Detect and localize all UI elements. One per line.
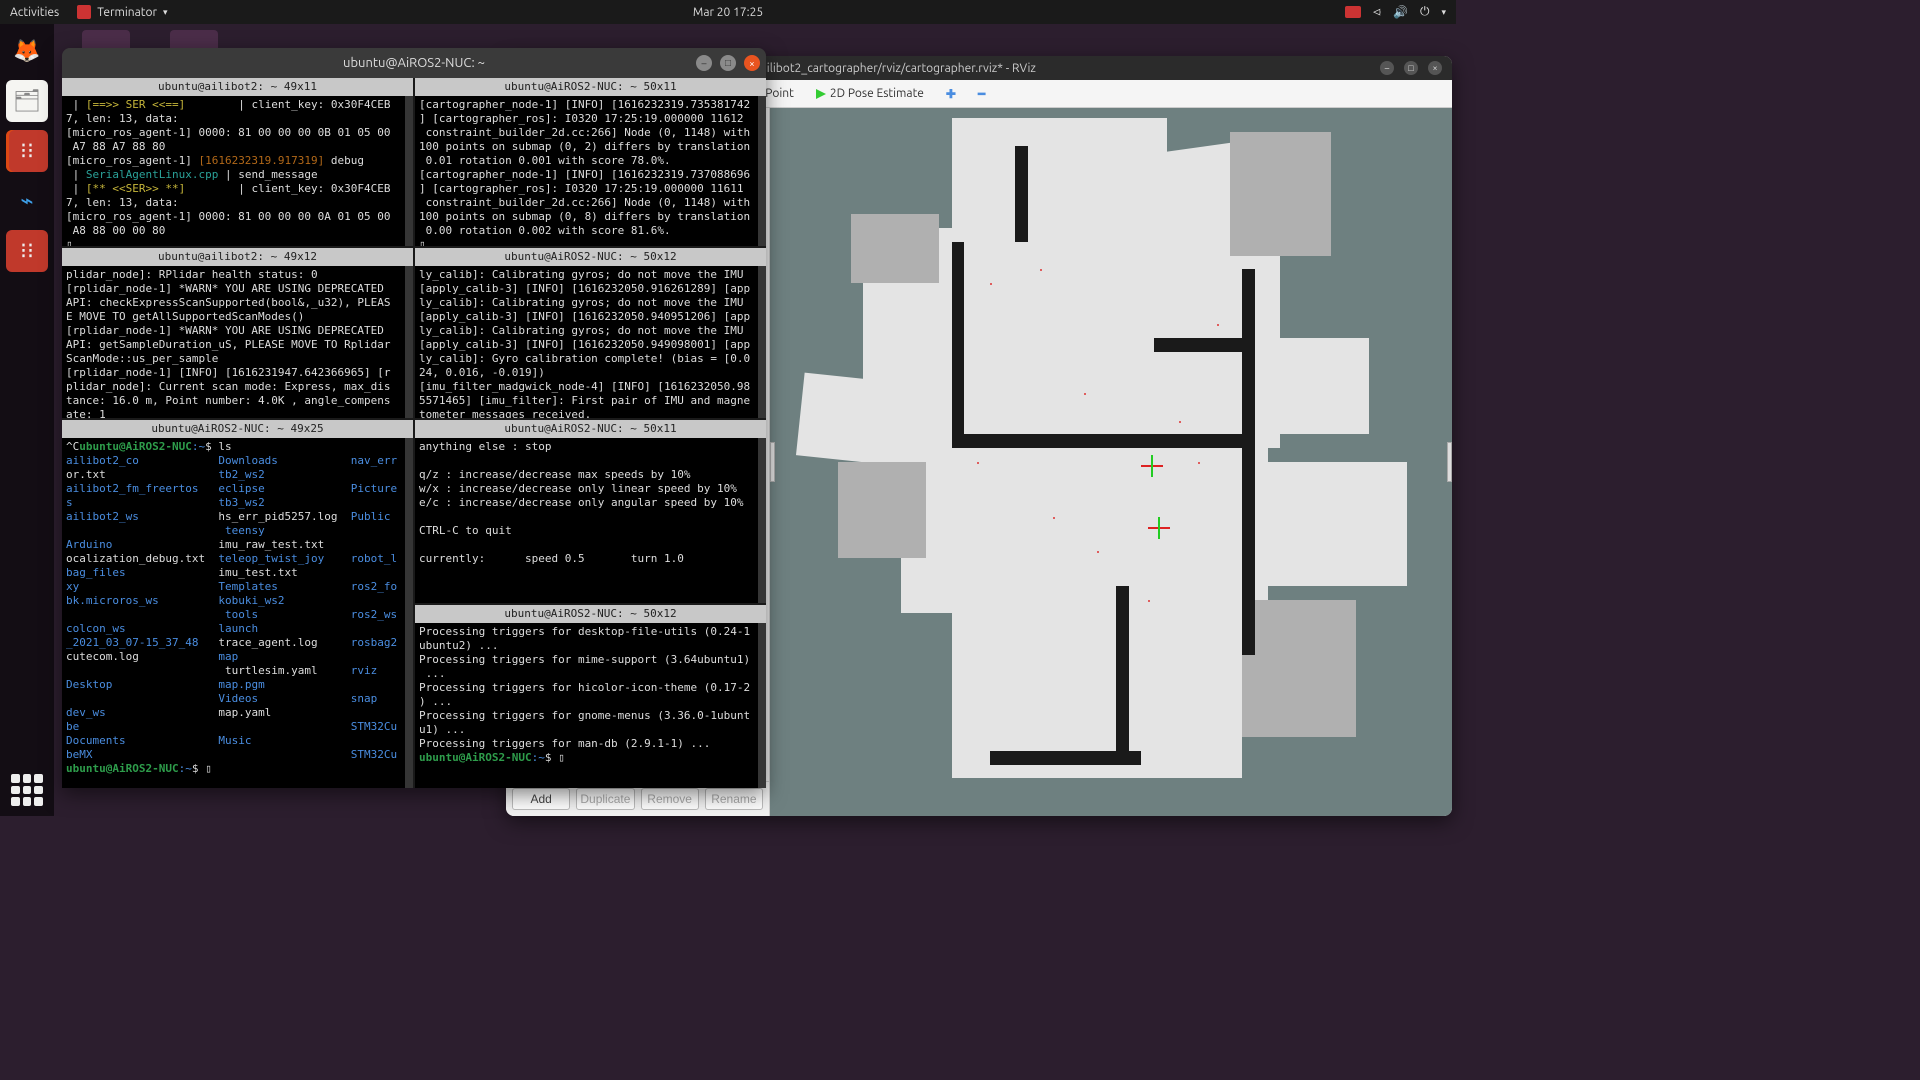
add-button[interactable]: Add [512, 788, 570, 810]
pane-output: | [==>> SER <<==] | client_key: 0x30F4CE… [62, 96, 413, 246]
tool-add-display[interactable]: ✚ [942, 85, 960, 103]
pane-title: ubuntu@AiROS2-NUC: ~ 50x12 [415, 248, 766, 266]
slam-map [800, 118, 1432, 806]
pane-scrollbar[interactable] [405, 96, 413, 246]
dock: 🦊 🗂 ⁝⁝ ⌁ ⁝⁝ [0, 24, 54, 816]
pane-micro-ros[interactable]: ubuntu@ailibot2: ~ 49x11 | [==>> SER <<=… [62, 78, 413, 246]
rviz-3d-view[interactable] [770, 108, 1452, 816]
pane-output: anything else : stop q/z : increase/decr… [415, 438, 766, 603]
dock-files[interactable]: 🗂 [6, 80, 48, 122]
pane-title: ubuntu@AiROS2-NUC: ~ 50x11 [415, 420, 766, 438]
minimize-icon[interactable]: – [1380, 61, 1394, 75]
pane-scrollbar[interactable] [758, 623, 766, 788]
terminal-titlebar[interactable]: ubuntu@AiROS2-NUC: ~ – □ × [62, 48, 766, 78]
activities-button[interactable]: Activities [10, 6, 59, 19]
pane-scrollbar[interactable] [758, 266, 766, 418]
pane-output: ^Cubuntu@AiROS2-NUC:~$ ls ailibot2_co Do… [62, 438, 413, 788]
power-icon[interactable]: ⏻ [1420, 5, 1430, 19]
pane-imu-calib[interactable]: ubuntu@AiROS2-NUC: ~ 50x12 ly_calib]: Ca… [415, 248, 766, 418]
close-icon[interactable]: × [744, 55, 760, 71]
close-icon[interactable]: × [1428, 61, 1442, 75]
dock-terminator-2[interactable]: ⁝⁝ [6, 230, 48, 272]
pane-title: ubuntu@AiROS2-NUC: ~ 50x11 [415, 78, 766, 96]
dock-firefox[interactable]: 🦊 [6, 30, 48, 72]
terminator-window: ubuntu@AiROS2-NUC: ~ – □ × ubuntu@ailibo… [62, 48, 766, 788]
pose-arrow-icon [816, 89, 826, 99]
network-icon[interactable]: ⏿ [1373, 5, 1381, 19]
gnome-topbar: Activities Terminator ▾ Mar 20 17:25 ⏿ 🔊… [0, 0, 1456, 24]
remove-button[interactable]: Remove [641, 788, 699, 810]
terminator-icon [77, 5, 91, 19]
terminal-split-grid: ubuntu@ailibot2: ~ 49x11 | [==>> SER <<=… [62, 78, 766, 788]
pane-output: ly_calib]: Calibrating gyros; do not mov… [415, 266, 766, 418]
pane-scrollbar[interactable] [405, 266, 413, 418]
chevron-down-icon: ▾ [163, 7, 168, 18]
minus-icon: ━ [978, 87, 985, 101]
volume-icon[interactable]: 🔊 [1393, 5, 1408, 19]
pane-title: ubuntu@ailibot2: ~ 49x12 [62, 248, 413, 266]
pane-scrollbar[interactable] [758, 96, 766, 246]
dock-vscode[interactable]: ⌁ [6, 180, 48, 222]
pane-apt[interactable]: ubuntu@AiROS2-NUC: ~ 50x12 Processing tr… [415, 605, 766, 788]
chevron-down-icon: ▾ [1441, 7, 1446, 18]
minimize-icon[interactable]: – [696, 55, 712, 71]
plus-icon: ✚ [946, 87, 956, 101]
pane-output: [cartographer_node-1] [INFO] [1616232319… [415, 96, 766, 246]
pane-output: plidar_node]: RPlidar health status: 0 [… [62, 266, 413, 418]
pane-scrollbar[interactable] [405, 438, 413, 788]
duplicate-button[interactable]: Duplicate [576, 788, 634, 810]
dock-terminator[interactable]: ⁝⁝ [6, 130, 48, 172]
pane-rplidar[interactable]: ubuntu@ailibot2: ~ 49x12 plidar_node]: R… [62, 248, 413, 418]
panel-collapse-right[interactable] [1447, 442, 1452, 482]
pane-title: ubuntu@AiROS2-NUC: ~ 50x12 [415, 605, 766, 623]
pane-title: ubuntu@AiROS2-NUC: ~ 49x25 [62, 420, 413, 438]
tool-remove-display[interactable]: ━ [974, 85, 989, 103]
keyboard-indicator-icon[interactable] [1345, 6, 1361, 18]
maximize-icon[interactable]: □ [1404, 61, 1418, 75]
panel-collapse-left[interactable] [770, 442, 775, 482]
app-menu-label: Terminator [97, 6, 157, 19]
terminal-title: ubuntu@AiROS2-NUC: ~ [343, 56, 485, 70]
pane-cartographer[interactable]: ubuntu@AiROS2-NUC: ~ 50x11 [cartographer… [415, 78, 766, 246]
show-applications[interactable] [11, 774, 43, 806]
pane-ls[interactable]: ubuntu@AiROS2-NUC: ~ 49x25 ^Cubuntu@AiRO… [62, 420, 413, 788]
rename-button[interactable]: Rename [705, 788, 763, 810]
clock[interactable]: Mar 20 17:25 [693, 6, 763, 19]
maximize-icon[interactable]: □ [720, 55, 736, 71]
tool-pose[interactable]: 2D Pose Estimate [812, 85, 928, 102]
pane-scrollbar[interactable] [758, 438, 766, 603]
pane-output: Processing triggers for desktop-file-uti… [415, 623, 766, 788]
tool-label: 2D Pose Estimate [830, 87, 924, 100]
pane-teleop[interactable]: ubuntu@AiROS2-NUC: ~ 50x11 anything else… [415, 420, 766, 603]
app-menu[interactable]: Terminator ▾ [77, 5, 167, 19]
pane-title: ubuntu@ailibot2: ~ 49x11 [62, 78, 413, 96]
